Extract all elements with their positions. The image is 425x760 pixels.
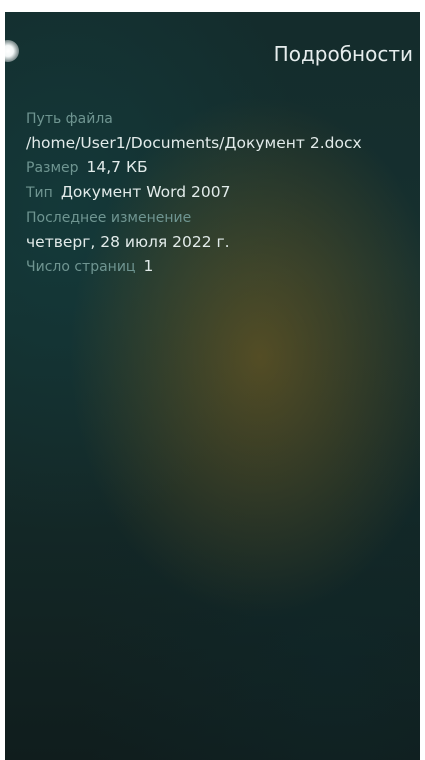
pages-row: Число страниц 1: [26, 254, 416, 279]
pages-value: 1: [143, 257, 154, 275]
page-title: Подробности: [273, 42, 413, 66]
path-value: /home/User1/Documents/Документ 2.docx: [26, 134, 362, 152]
modified-label: Последнее изменение: [26, 210, 192, 226]
type-value: Документ Word 2007: [60, 183, 231, 201]
file-details: Путь файла /home/User1/Documents/Докумен…: [26, 106, 416, 279]
path-value-row: /home/User1/Documents/Документ 2.docx: [26, 131, 416, 155]
modified-value-row: четверг, 28 июля 2022 г.: [26, 230, 416, 254]
type-label: Тип: [26, 185, 53, 201]
back-button[interactable]: [5, 40, 19, 62]
pages-label: Число страниц: [26, 259, 136, 275]
size-label: Размер: [26, 160, 79, 176]
modified-row: Последнее изменение: [26, 205, 416, 230]
path-label: Путь файла: [26, 111, 113, 127]
modified-value: четверг, 28 июля 2022 г.: [26, 233, 230, 251]
path-row: Путь файла: [26, 106, 416, 131]
back-icon: [5, 40, 19, 62]
size-row: Размер 14,7 КБ: [26, 155, 416, 180]
details-screen: Подробности Путь файла /home/User1/Docum…: [5, 12, 420, 760]
type-row: Тип Документ Word 2007: [26, 180, 416, 205]
size-value: 14,7 КБ: [86, 158, 148, 176]
